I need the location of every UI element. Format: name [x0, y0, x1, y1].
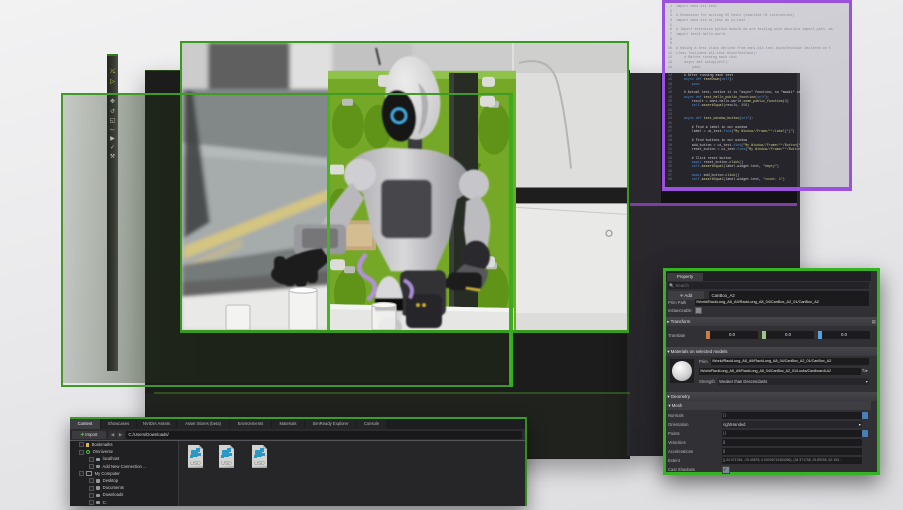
svg-text:USD: USD [190, 461, 201, 467]
